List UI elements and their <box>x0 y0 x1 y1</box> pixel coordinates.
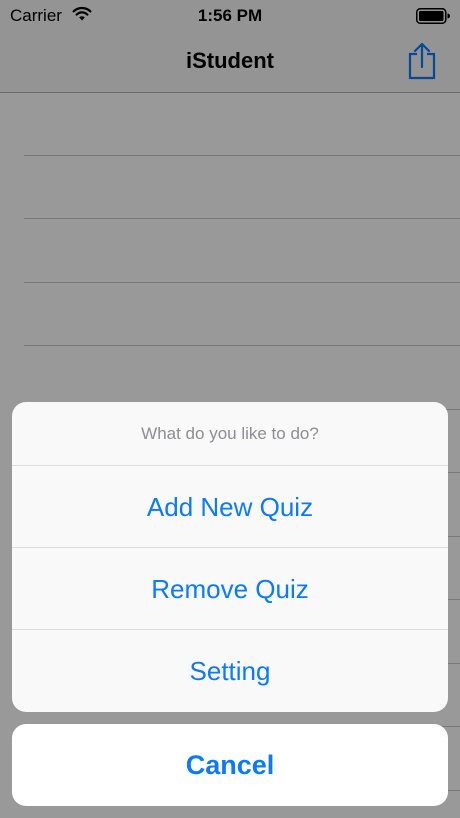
action-sheet: What do you like to do? Add New Quiz Rem… <box>12 402 448 712</box>
cancel-button[interactable]: Cancel <box>12 724 448 806</box>
action-sheet-title: What do you like to do? <box>12 402 448 466</box>
setting-button[interactable]: Setting <box>12 630 448 712</box>
add-new-quiz-button[interactable]: Add New Quiz <box>12 466 448 548</box>
remove-quiz-button[interactable]: Remove Quiz <box>12 548 448 630</box>
